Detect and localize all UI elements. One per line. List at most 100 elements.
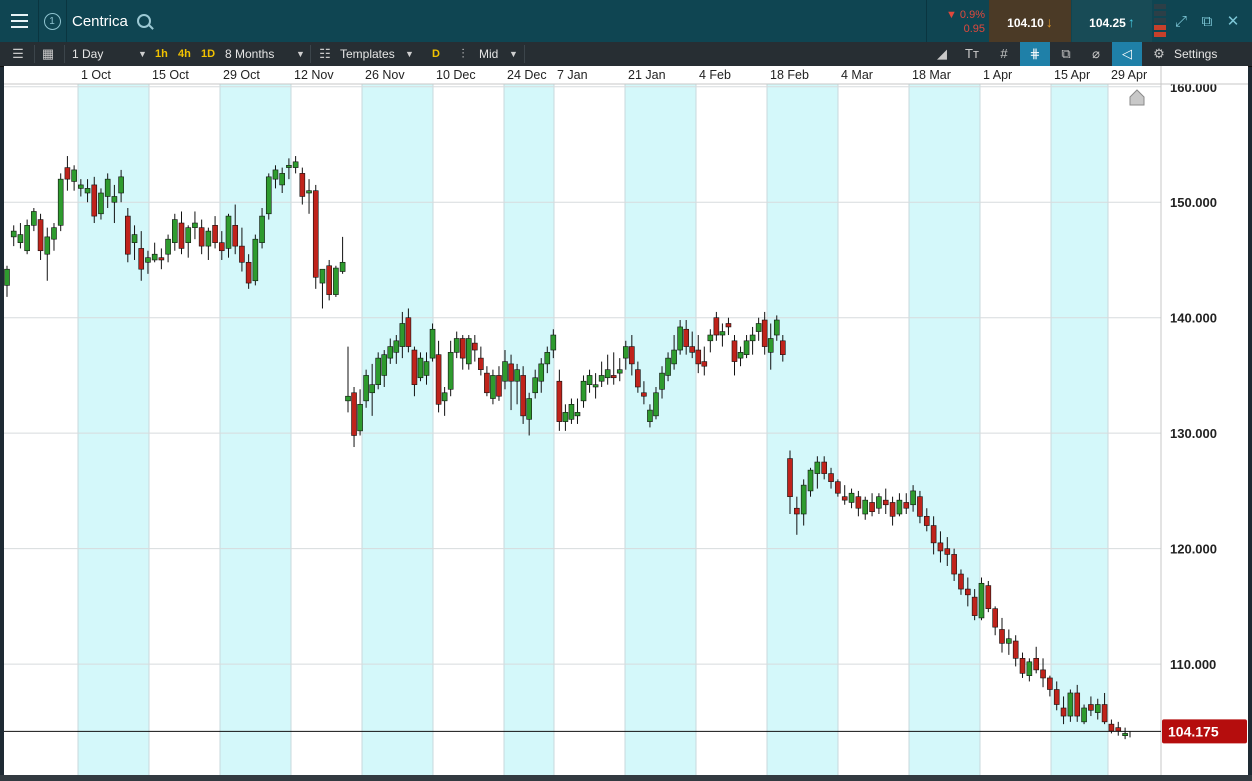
search-icon[interactable] [137,14,151,28]
candle-body [405,317,412,347]
candle-body [1012,640,1019,659]
buy-button[interactable]: 104.25 ↑ [1072,0,1152,42]
candle-body [98,192,104,215]
candle-body [665,357,671,376]
price-change: ▼ 0.9% 0.95 [926,0,989,42]
menu-icon[interactable] [0,0,39,42]
candle-body [755,323,762,332]
range-chevron-down-icon[interactable]: ▼ [296,42,305,66]
candle-body [1115,727,1122,732]
candle-body [848,492,855,503]
candle-body [345,395,351,402]
grid-icon[interactable]: # [996,46,1012,62]
settings-button[interactable]: Settings [1174,42,1217,66]
candle-body [259,215,265,243]
candle-body [971,596,978,616]
candle-body [653,392,659,417]
date-band [625,66,696,775]
label-icon[interactable]: ◁ [1112,42,1142,66]
candle-body [1019,658,1026,674]
home-marker-icon[interactable] [1129,89,1145,106]
interval-select[interactable]: 1 Day [72,42,103,66]
x-tick-label: 1 Oct [81,68,111,82]
candle-body [225,215,232,249]
candle-body [580,380,587,402]
candle-body [151,253,158,261]
instrument-title[interactable]: Centrica [72,0,128,42]
date-band [767,66,838,775]
x-tick-label: 29 Oct [223,68,260,82]
templates-button[interactable]: Templates [340,42,395,66]
current-price-label: 104.175 [1168,723,1219,739]
x-tick-label: 18 Feb [770,68,809,82]
candle-body [689,346,696,353]
layout-icon[interactable]: ▦ [40,46,56,62]
candle-body [616,369,623,374]
candle-body [713,317,720,336]
candle-body [683,328,689,347]
candle-body [1122,733,1128,736]
candle-body [286,164,292,168]
candle-body [1088,704,1094,711]
candle-body [917,496,923,517]
candle-body [272,169,279,180]
templates-icon[interactable]: ☷ [317,46,333,62]
bottom-scrollbar[interactable] [0,775,1252,781]
candle-body [1074,692,1081,717]
candle-body [111,196,118,203]
candle-body [889,502,896,517]
x-tick-label: 24 Dec [507,68,547,82]
templates-chevron-down-icon[interactable]: ▼ [405,42,414,66]
gear-icon[interactable]: ⚙ [1151,46,1167,62]
quick-4h-button[interactable]: 4h [178,42,191,66]
candle-body [737,352,744,359]
list-icon[interactable]: ☰ [10,46,26,62]
expand-icon[interactable]: ⤢ [1168,0,1194,42]
y-tick-label: 150.000 [1170,195,1217,210]
date-band [362,66,433,775]
quick-1h-button[interactable]: 1h [155,42,168,66]
candle-body [192,222,198,228]
candlestick-chart[interactable]: 160.000150.000140.000130.000120.000110.0… [4,66,1248,775]
candle-body [232,225,239,247]
candle-body [198,227,205,247]
change-percent: ▼ 0.9% [945,9,985,21]
candle-body [265,176,272,215]
candle-body [800,484,807,515]
candle-body [375,357,381,385]
price-type-chevron-down-icon[interactable]: ▼ [509,42,518,66]
candle-body [610,375,617,379]
range-select[interactable]: 8 Months [225,42,274,66]
overlay-icon[interactable]: ⧉ [1058,46,1074,62]
x-tick-label: 7 Jan [557,68,588,82]
candle-body [37,219,44,252]
x-tick-label: 29 Apr [1111,68,1147,82]
crosshair-grid-icon[interactable]: ⋕ [1020,42,1050,66]
candle-body [773,319,780,336]
candle-body [568,404,575,420]
candle-body [1060,707,1067,717]
x-tick-label: 26 Nov [365,68,405,82]
draw-line-icon[interactable]: ◢ [934,46,950,62]
candle-type-icon[interactable]: ⫶ [455,46,471,62]
indicator-icon[interactable]: ⌀ [1088,46,1104,62]
interval-chevron-down-icon[interactable]: ▼ [138,42,147,66]
candle-body [604,369,611,379]
price-chart[interactable]: 160.000 150.000 140.000 130.000 120.000 110.0… [4,66,1248,775]
candle-body [490,375,496,399]
candle-body [635,369,641,388]
close-icon[interactable]: ✕ [1220,0,1246,42]
text-size-icon[interactable]: Tт [964,46,980,62]
candle-body [951,554,957,575]
price-type-select[interactable]: Mid [479,42,498,66]
candle-body [496,375,502,397]
window-number-badge[interactable]: 1 [38,0,67,42]
popout-icon[interactable]: ⧉ [1194,0,1220,42]
candle-body [1108,723,1115,732]
x-tick-label: 4 Feb [699,68,731,82]
quick-1d-button[interactable]: 1D [201,42,215,66]
candle-body [84,188,91,194]
sell-button[interactable]: 104.10 ↓ [989,0,1071,42]
d-badge[interactable]: D [432,42,440,66]
candle-body [71,169,77,182]
